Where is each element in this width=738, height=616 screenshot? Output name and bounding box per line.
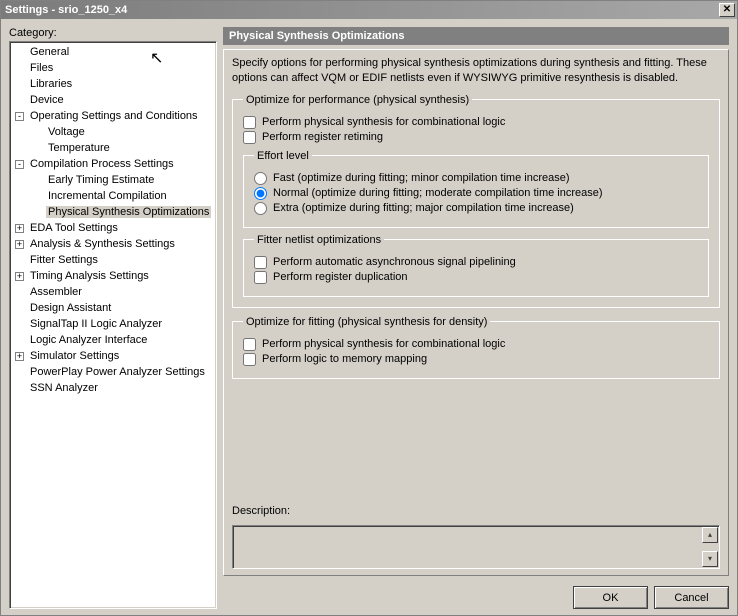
content-panel: Specify options for performing physical … — [223, 49, 729, 576]
tree-item-label: SSN Analyzer — [28, 382, 100, 394]
fitter-netlist-legend: Fitter netlist optimizations — [254, 234, 384, 246]
fitter-pipelining-label: Perform automatic asynchronous signal pi… — [273, 256, 516, 268]
effort-extra-radio[interactable] — [254, 202, 267, 215]
columns: Category: ↖ GeneralFilesLibrariesDevice-… — [9, 27, 729, 609]
performance-legend: Optimize for performance (physical synth… — [243, 94, 472, 106]
fitting-legend: Optimize for fitting (physical synthesis… — [243, 316, 490, 328]
tree-item-label: Incremental Compilation — [46, 190, 169, 202]
tree-item-label: Early Timing Estimate — [46, 174, 156, 186]
tree-item[interactable]: Voltage — [11, 124, 215, 140]
fit-combinational-checkbox[interactable] — [243, 338, 256, 351]
tree-item-label: Operating Settings and Conditions — [28, 110, 200, 122]
collapse-icon[interactable]: - — [15, 112, 24, 121]
tree-item[interactable]: -Operating Settings and Conditions — [11, 108, 215, 124]
tree-item[interactable]: Design Assistant — [11, 300, 215, 316]
tree-item[interactable]: + Timing Analysis Settings — [11, 268, 215, 284]
tree-item-label: Design Assistant — [28, 302, 113, 314]
tree-item-label: Logic Analyzer Interface — [28, 334, 149, 346]
tree-item[interactable]: Device — [11, 92, 215, 108]
fitter-netlist-group: Fitter netlist optimizations Perform aut… — [243, 234, 709, 297]
effort-fast-label: Fast (optimize during fitting; minor com… — [273, 172, 570, 184]
perf-combinational-checkbox[interactable] — [243, 116, 256, 129]
collapse-icon[interactable]: - — [15, 160, 24, 169]
tree-item-label: Timing Analysis Settings — [28, 270, 151, 282]
tree-item-label: Assembler — [28, 286, 84, 298]
description-label: Description: — [232, 505, 720, 517]
tree-item[interactable]: Early Timing Estimate — [11, 172, 215, 188]
expand-icon[interactable]: + — [15, 272, 24, 281]
panel-header: Physical Synthesis Optimizations — [223, 27, 729, 45]
window-title: Settings - srio_1250_x4 — [5, 4, 719, 16]
tree-item[interactable]: + Simulator Settings — [11, 348, 215, 364]
tree-item[interactable]: SSN Analyzer — [11, 380, 215, 396]
titlebar: Settings - srio_1250_x4 ✕ — [1, 1, 737, 19]
fitter-duplication-checkbox[interactable] — [254, 271, 267, 284]
fit-combinational-label: Perform physical synthesis for combinati… — [262, 338, 505, 350]
tree-item-label: Libraries — [28, 78, 74, 90]
button-row: OK Cancel — [223, 580, 729, 609]
tree-item-label: Temperature — [46, 142, 112, 154]
tree-item[interactable]: SignalTap II Logic Analyzer — [11, 316, 215, 332]
tree-item[interactable]: Assembler — [11, 284, 215, 300]
performance-group: Optimize for performance (physical synth… — [232, 94, 720, 308]
intro-text: Specify options for performing physical … — [232, 56, 720, 86]
effort-legend: Effort level — [254, 150, 312, 162]
tree-item-label: Simulator Settings — [28, 350, 121, 362]
fitter-pipelining-checkbox[interactable] — [254, 256, 267, 269]
tree-item[interactable]: General — [11, 44, 215, 60]
tree-item-label: Files — [28, 62, 55, 74]
effort-normal-label: Normal (optimize during fitting; moderat… — [273, 187, 603, 199]
tree-item[interactable]: Physical Synthesis Optimizations — [11, 204, 215, 220]
tree-item-label: General — [28, 46, 71, 58]
tree-item[interactable]: Files — [11, 60, 215, 76]
tree-item-label: PowerPlay Power Analyzer Settings — [28, 366, 207, 378]
tree-item[interactable]: + EDA Tool Settings — [11, 220, 215, 236]
tree-item[interactable]: Incremental Compilation — [11, 188, 215, 204]
tree-item[interactable]: PowerPlay Power Analyzer Settings — [11, 364, 215, 380]
effort-fast-radio[interactable] — [254, 172, 267, 185]
effort-group: Effort level Fast (optimize during fitti… — [243, 150, 709, 228]
expand-icon[interactable]: + — [15, 352, 24, 361]
tree-item-label: Physical Synthesis Optimizations — [46, 206, 211, 218]
tree-item-label: Fitter Settings — [28, 254, 100, 266]
ok-button[interactable]: OK — [573, 586, 648, 609]
expand-icon[interactable]: + — [15, 224, 24, 233]
tree-item[interactable]: Temperature — [11, 140, 215, 156]
tree-item[interactable]: + Analysis & Synthesis Settings — [11, 236, 215, 252]
cancel-button[interactable]: Cancel — [654, 586, 729, 609]
tree-item[interactable]: Fitter Settings — [11, 252, 215, 268]
tree-item-label: EDA Tool Settings — [28, 222, 120, 234]
fit-memory-checkbox[interactable] — [243, 353, 256, 366]
tree-item-label: Compilation Process Settings — [28, 158, 176, 170]
tree-item-label: Voltage — [46, 126, 87, 138]
scroll-down-icon[interactable]: ▾ — [702, 551, 718, 567]
expand-icon[interactable]: + — [15, 240, 24, 249]
fitting-group: Optimize for fitting (physical synthesis… — [232, 316, 720, 379]
tree-item[interactable]: Logic Analyzer Interface — [11, 332, 215, 348]
dialog-body: Category: ↖ GeneralFilesLibrariesDevice-… — [1, 19, 737, 615]
effort-extra-label: Extra (optimize during fitting; major co… — [273, 202, 574, 214]
perf-retiming-label: Perform register retiming — [262, 131, 383, 143]
category-label: Category: — [9, 27, 217, 39]
fitter-duplication-label: Perform register duplication — [273, 271, 408, 283]
description-box[interactable]: ▴ ▾ — [232, 525, 720, 569]
tree-item-label: Analysis & Synthesis Settings — [28, 238, 177, 250]
tree-item[interactable]: -Compilation Process Settings — [11, 156, 215, 172]
fit-memory-label: Perform logic to memory mapping — [262, 353, 427, 365]
content-column: Physical Synthesis Optimizations Specify… — [223, 27, 729, 609]
perf-combinational-label: Perform physical synthesis for combinati… — [262, 116, 505, 128]
category-tree[interactable]: ↖ GeneralFilesLibrariesDevice-Operating … — [9, 41, 217, 609]
tree-item[interactable]: Libraries — [11, 76, 215, 92]
category-column: Category: ↖ GeneralFilesLibrariesDevice-… — [9, 27, 217, 609]
effort-normal-radio[interactable] — [254, 187, 267, 200]
tree-item-label: Device — [28, 94, 66, 106]
scroll-up-icon[interactable]: ▴ — [702, 527, 718, 543]
tree-item-label: SignalTap II Logic Analyzer — [28, 318, 164, 330]
perf-retiming-checkbox[interactable] — [243, 131, 256, 144]
close-icon[interactable]: ✕ — [719, 3, 735, 17]
settings-window: Settings - srio_1250_x4 ✕ Category: ↖ Ge… — [0, 0, 738, 616]
